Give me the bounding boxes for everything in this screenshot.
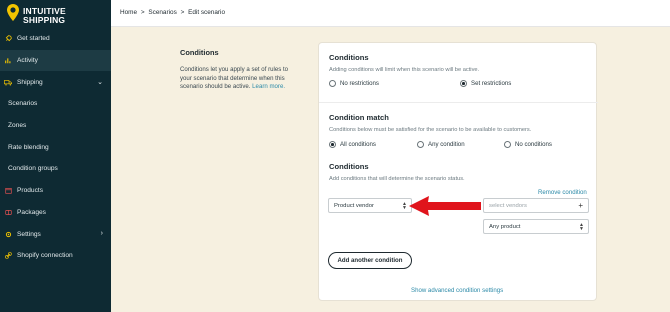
sidebar-item-label: Rate blending: [8, 143, 49, 151]
sidebar-item-label: Settings: [17, 230, 41, 238]
sidebar-item-rate-blending[interactable]: Rate blending: [0, 136, 111, 158]
sidebar-item-scenarios[interactable]: Scenarios: [0, 93, 111, 115]
learn-more-link[interactable]: Learn more.: [252, 83, 285, 90]
chevron-down-icon: ⌄: [97, 79, 103, 87]
rules-title: Conditions: [329, 162, 369, 171]
brand-name: INTUITIVE SHIPPING: [23, 6, 66, 25]
sidebar-item-label: Get started: [17, 35, 50, 43]
radio-button[interactable]: [504, 141, 511, 148]
sidebar-nav: Get started Activity Shipping ⌄ Scenario…: [0, 28, 111, 267]
breadcrumb-separator: >: [140, 9, 145, 16]
radio-set-restrictions[interactable]: Set restrictions: [460, 80, 511, 87]
breadcrumb-home[interactable]: Home: [120, 9, 137, 16]
product-select[interactable]: Any product ▲ ▼: [483, 219, 589, 234]
sidebar-item-label: Scenarios: [8, 100, 38, 108]
sidebar-item-shipping[interactable]: Shipping ⌄: [0, 71, 111, 93]
sidebar-item-zones[interactable]: Zones: [0, 115, 111, 137]
condition-match-title: Condition match: [329, 113, 389, 122]
advanced-settings-link[interactable]: Show advanced condition settings: [411, 287, 503, 294]
radio-button-selected[interactable]: [460, 80, 467, 87]
condition-field-select[interactable]: Product vendor ▲ ▼: [328, 198, 412, 213]
conditions-description: Conditions Conditions let you apply a se…: [180, 48, 300, 92]
radio-no-conditions[interactable]: No conditions: [504, 141, 552, 148]
add-condition-button[interactable]: Add another condition: [328, 252, 412, 269]
sidebar-item-condition-groups[interactable]: Condition groups: [0, 158, 111, 180]
chart-icon: [4, 57, 12, 65]
sidebar-item-label: Activity: [17, 57, 38, 65]
box-icon: [4, 187, 12, 195]
location-pin-icon: [7, 4, 19, 21]
description-title: Conditions: [180, 48, 219, 57]
sidebar-item-label: Zones: [8, 122, 27, 130]
description-body: Conditions let you apply a set of rules …: [180, 66, 289, 91]
sidebar-item-label: Packages: [17, 208, 46, 216]
sidebar: INTUITIVE SHIPPING Get started Activity …: [0, 0, 111, 312]
select-caret-icon: ▲ ▼: [579, 222, 584, 232]
plus-icon[interactable]: +: [578, 201, 583, 210]
annotation-arrow-icon: [409, 196, 481, 216]
gear-icon: [4, 230, 12, 238]
breadcrumb-current: Edit scenario: [188, 9, 226, 16]
breadcrumb-scenarios[interactable]: Scenarios: [148, 9, 176, 16]
sidebar-item-packages[interactable]: Packages: [0, 202, 111, 224]
conditions-subtitle: Adding conditions will limit when this s…: [329, 67, 480, 73]
sidebar-item-label: Shopify connection: [17, 252, 73, 260]
link-icon: [4, 252, 12, 260]
vendor-select-input[interactable]: select vendors +: [483, 198, 589, 213]
sidebar-item-label: Shipping: [17, 78, 43, 86]
sidebar-item-shopify-connection[interactable]: Shopify connection: [0, 245, 111, 267]
sidebar-item-products[interactable]: Products: [0, 180, 111, 202]
sidebar-item-settings[interactable]: Settings ›: [0, 223, 111, 245]
conditions-card: Conditions Adding conditions will limit …: [318, 42, 598, 301]
radio-button[interactable]: [329, 80, 336, 87]
sidebar-item-label: Condition groups: [8, 165, 58, 173]
sidebar-item-get-started[interactable]: Get started: [0, 28, 111, 50]
breadcrumb: Home > Scenarios > Edit scenario: [120, 9, 225, 16]
breadcrumb-separator: >: [180, 9, 185, 16]
rocket-icon: [4, 35, 12, 43]
radio-all-conditions[interactable]: All conditions: [329, 141, 376, 148]
package-icon: [4, 208, 12, 216]
divider: [319, 102, 598, 103]
chevron-right-icon: ›: [100, 230, 103, 238]
radio-button-selected[interactable]: [329, 141, 336, 148]
condition-match-subtitle: Conditions below must be satisfied for t…: [329, 127, 532, 133]
truck-icon: [4, 78, 12, 86]
sidebar-item-activity[interactable]: Activity: [0, 49, 111, 72]
conditions-title: Conditions: [329, 53, 369, 62]
top-bar: Home > Scenarios > Edit scenario: [111, 0, 670, 27]
sidebar-item-label: Products: [17, 187, 44, 195]
radio-any-condition[interactable]: Any condition: [417, 141, 465, 148]
select-caret-icon: ▲ ▼: [402, 201, 407, 211]
radio-button[interactable]: [417, 141, 424, 148]
remove-condition-link[interactable]: Remove condition: [538, 189, 587, 196]
brand-logo[interactable]: INTUITIVE SHIPPING: [4, 4, 110, 26]
rules-subtitle: Add conditions that will determine the s…: [329, 176, 465, 182]
radio-no-restrictions[interactable]: No restrictions: [329, 80, 379, 87]
